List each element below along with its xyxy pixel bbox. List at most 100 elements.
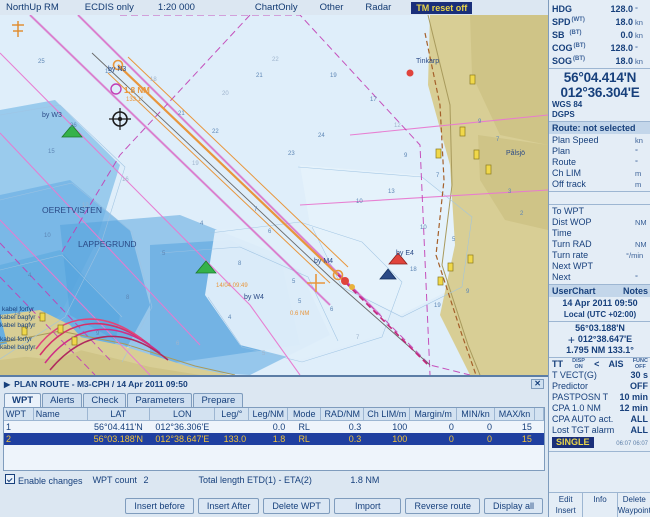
col-mode[interactable]: Mode <box>287 408 322 421</box>
table-row[interactable]: 2 56°03.188'N 012°38.647'E 133.0 1.8 RL … <box>4 433 544 445</box>
reverse-route-button[interactable]: Reverse route <box>405 498 480 514</box>
col-leg-deg[interactable]: Leg/° <box>214 408 250 421</box>
target-value-cpa: 12 min <box>619 403 648 413</box>
col-name[interactable]: Name <box>33 408 88 421</box>
route-row-route[interactable]: Route ° <box>552 157 648 168</box>
col-max-kn[interactable]: MAX/kn <box>494 408 535 421</box>
route-row-off-track[interactable]: Off track m <box>552 179 648 190</box>
target-label-lost-tgt: Lost TGT alarm <box>552 425 615 435</box>
wpt-row-next[interactable]: Next ° <box>552 272 648 283</box>
nav-unit-hdg: ° <box>635 5 638 14</box>
col-lat[interactable]: LAT <box>87 408 151 421</box>
close-icon[interactable]: ✕ <box>531 379 544 389</box>
tab-prepare[interactable]: Prepare <box>193 393 244 407</box>
nav-label-sog: SOG(BT) <box>552 56 586 66</box>
toolbar-item-scale[interactable]: 1:20 000 <box>158 2 195 13</box>
target-row-pastposn[interactable]: PASTPOSN T 10 min <box>552 392 648 403</box>
route-title[interactable]: Route: not selected <box>549 122 650 134</box>
tab-alerts[interactable]: Alerts <box>42 393 83 407</box>
delete-wpt-button[interactable]: Delete WPT <box>263 498 330 514</box>
total-length: Total length ETD(1) - ETA(2) 1.8 NM <box>198 475 379 485</box>
col-rad-nm[interactable]: RAD/NM <box>320 408 365 421</box>
wpt-count-value: 2 <box>143 475 149 485</box>
tab-check[interactable]: Check <box>83 393 127 407</box>
route-info-block: Route: not selected Plan Speed kn Plan °… <box>549 122 650 192</box>
navigation-sidebar: HDG 128.0 ° SPD(WT) 18.0 kn SB (BT) 0.0 kn C… <box>548 0 650 517</box>
route-row-ch-lim[interactable]: Ch LIM m <box>552 168 648 179</box>
wpt-row-turn-rad[interactable]: Turn RAD NM <box>552 239 648 250</box>
insert-before-button[interactable]: Insert before <box>125 498 194 514</box>
col-ch-lim[interactable]: Ch LIM/m <box>363 408 411 421</box>
toolbar-item-other[interactable]: Other <box>320 2 344 13</box>
col-margin[interactable]: Margin/m <box>409 408 457 421</box>
cell-leg-nm: 1.8 <box>248 433 288 445</box>
enable-changes-checkbox[interactable]: Enable changes <box>5 474 83 486</box>
svg-text:18: 18 <box>410 267 417 273</box>
col-leg-nm[interactable]: Leg/NM <box>248 408 289 421</box>
chart-canvas[interactable]: 25 15 26 15 21 22 23 24 74 58 65 54 6 10 13 9 … <box>0 15 548 375</box>
nav-row-sog[interactable]: SOG(BT) 18.0 kn <box>552 54 648 67</box>
target-row-cpa[interactable]: CPA 1.0 NM 12 min <box>552 403 648 414</box>
wpt-row-turn-rate[interactable]: Turn rate °/min <box>552 250 648 261</box>
nav-row-sb[interactable]: SB (BT) 0.0 kn <box>552 28 648 41</box>
col-extra[interactable] <box>534 408 544 421</box>
edit-insert-button[interactable]: Edit Insert <box>549 493 584 517</box>
table-row[interactable]: 1 56°04.411'N 012°36.306'E 0.0 RL 0.3 10… <box>4 421 544 434</box>
tt-ais-separator: < <box>594 359 600 369</box>
toolbar-item-chartonly[interactable]: ChartOnly <box>255 2 298 13</box>
tm-reset-status[interactable]: TM reset off <box>411 1 473 14</box>
route-label-plan: Plan <box>552 146 571 156</box>
nav-row-cog[interactable]: COG(BT) 128.0 ° <box>552 41 648 54</box>
ais-state-bottom: OFF <box>634 363 646 370</box>
target-value-cpa-auto: ALL <box>630 414 649 424</box>
nav-data-block: HDG 128.0 ° SPD(WT) 18.0 kn SB (BT) 0.0 kn C… <box>549 0 650 69</box>
target-value-pastposn: 10 min <box>619 392 648 402</box>
route-row-plan[interactable]: Plan ° <box>552 146 648 157</box>
expand-triangle-icon[interactable]: ▶ <box>4 380 10 389</box>
wpt-row-to-wpt[interactable]: To WPT <box>552 206 648 217</box>
col-lon[interactable]: LON <box>149 408 216 421</box>
delete-waypoint-button[interactable]: Delete Waypoint <box>618 493 650 517</box>
nav-row-spd[interactable]: SPD(WT) 18.0 kn <box>552 15 648 28</box>
nav-value-hdg: 128.0 <box>610 4 633 14</box>
checkbox-icon <box>5 474 15 484</box>
tab-wpt[interactable]: WPT <box>4 393 42 407</box>
svg-text:10: 10 <box>44 233 51 239</box>
wpt-row-next-wpt[interactable]: Next WPT <box>552 261 648 272</box>
import-button[interactable]: Import <box>333 498 402 514</box>
col-wpt[interactable]: WPT <box>4 408 34 421</box>
target-label-pastposn: PASTPOSN T <box>552 392 609 402</box>
chart-label-by-n3: by N3 <box>108 66 126 73</box>
insert-after-button[interactable]: Insert After <box>197 498 260 514</box>
target-row-predictor[interactable]: Predictor OFF <box>552 381 648 392</box>
waypoint-table-wrapper[interactable]: WPT Name LAT LON Leg/° Leg/NM Mode RAD/N… <box>3 407 545 471</box>
chart-annotation-distance: 1.8 NM <box>124 86 150 95</box>
cell-name <box>33 421 87 434</box>
nav-label-hdg: HDG <box>552 4 572 14</box>
col-min-kn[interactable]: MIN/kn <box>456 408 496 421</box>
nav-label-cog: COG(BT) <box>552 43 586 53</box>
toolbar-item-orientation[interactable]: NorthUp RM <box>6 2 59 13</box>
target-row-tvect[interactable]: T VECT(G) 30 s <box>552 370 648 381</box>
wpt-unit-turn-rate: °/min <box>626 251 644 260</box>
toolbar-item-mode[interactable]: ECDIS only <box>85 2 134 13</box>
mode-badge-row[interactable]: SINGLE 06:07 06:07 <box>552 437 648 450</box>
cell-leg-deg: 133.0 <box>214 433 249 445</box>
cell-ch-lim: 100 <box>392 422 408 432</box>
wpt-row-time[interactable]: Time <box>552 228 648 239</box>
wpt-count: WPT count 2 <box>93 475 149 485</box>
wpt-row-dist-wop[interactable]: Dist WOP NM <box>552 217 648 228</box>
own-position-block: 56°04.414'N 012°36.304'E WGS 84 DGPS <box>549 69 650 122</box>
mode-badge[interactable]: SINGLE <box>552 437 594 448</box>
tab-parameters[interactable]: Parameters <box>127 393 193 407</box>
clock-block: 14 Apr 2011 09:50 Local (UTC +02:00) <box>549 297 650 322</box>
display-all-button[interactable]: Display all <box>483 498 543 514</box>
info-button[interactable]: Info <box>583 493 618 517</box>
target-row-cpa-auto[interactable]: CPA AUTO act. ALL <box>552 414 648 425</box>
target-row-lost-tgt[interactable]: Lost TGT alarm ALL <box>552 425 648 436</box>
route-row-plan-speed[interactable]: Plan Speed kn <box>552 135 648 146</box>
userchart-bar[interactable]: UserChart Notes <box>549 285 650 297</box>
nav-row-hdg[interactable]: HDG 128.0 ° <box>552 4 648 15</box>
toolbar-item-radar[interactable]: Radar <box>365 2 391 13</box>
tt-ais-row[interactable]: TT DISP ON < AIS FUNC OFF <box>552 358 648 370</box>
